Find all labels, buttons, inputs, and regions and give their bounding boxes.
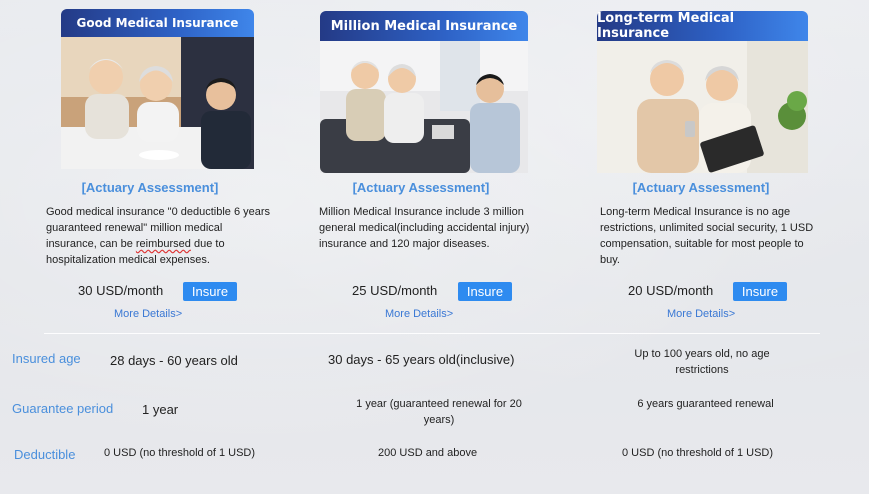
row-label-deductible: Deductible [14,447,76,462]
plan-title-long-term-medical: Long-term Medical Insurance [597,11,808,41]
plan-description-good-medical: Good medical insurance "0 deductible 6 y… [46,206,271,266]
more-details-link-million-medical[interactable]: More Details> [385,308,453,320]
plan-photo-million-medical [320,41,528,173]
more-details-link-good-medical[interactable]: More Details> [114,308,182,320]
insure-button-million-medical[interactable]: Insure [458,282,512,301]
insured-age-long-term-medical: Up to 100 years old, no age restrictions [634,348,770,376]
plan-photo-long-term-medical [597,41,808,173]
insure-button-long-term-medical[interactable]: Insure [733,282,787,301]
plan-price-million-medical: 25 USD/month [352,283,438,298]
row-label-insured-age: Insured age [12,351,81,366]
plan-photo-good-medical [61,37,254,169]
deductible-good-medical: 0 USD (no threshold of 1 USD) [104,447,256,459]
insured-age-good-medical: 28 days - 60 years old [110,353,238,368]
plan-price-good-medical: 30 USD/month [78,283,164,298]
plan-price-long-term-medical: 20 USD/month [628,283,714,298]
more-details-link-long-term-medical[interactable]: More Details> [667,308,735,320]
plan-title-good-medical: Good Medical Insurance [61,9,254,37]
insured-age-million-medical: 30 days - 65 years old(inclusive) [328,352,515,367]
actuary-assessment-label: [Actuary Assessment] [632,180,770,195]
actuary-assessment-label: [Actuary Assessment] [81,180,219,195]
plan-description-long-term-medical: Long-term Medical Insurance is no age re… [600,206,814,266]
guarantee-period-long-term-medical: 6 years guaranteed renewal [637,398,774,410]
deductible-long-term-medical: 0 USD (no threshold of 1 USD) [622,447,774,459]
row-label-guarantee-period: Guarantee period [12,401,114,416]
plan-description-million-medical: Million Medical Insurance include 3 mill… [319,206,530,250]
section-divider [44,333,820,334]
insure-button-good-medical[interactable]: Insure [183,282,237,301]
guarantee-period-good-medical: 1 year [142,402,179,417]
actuary-assessment-label: [Actuary Assessment] [352,180,490,195]
deductible-million-medical: 200 USD and above [378,447,478,459]
plan-title-million-medical: Million Medical Insurance [320,11,528,41]
guarantee-period-million-medical: 1 year (guaranteed renewal for 20 years) [356,398,522,426]
